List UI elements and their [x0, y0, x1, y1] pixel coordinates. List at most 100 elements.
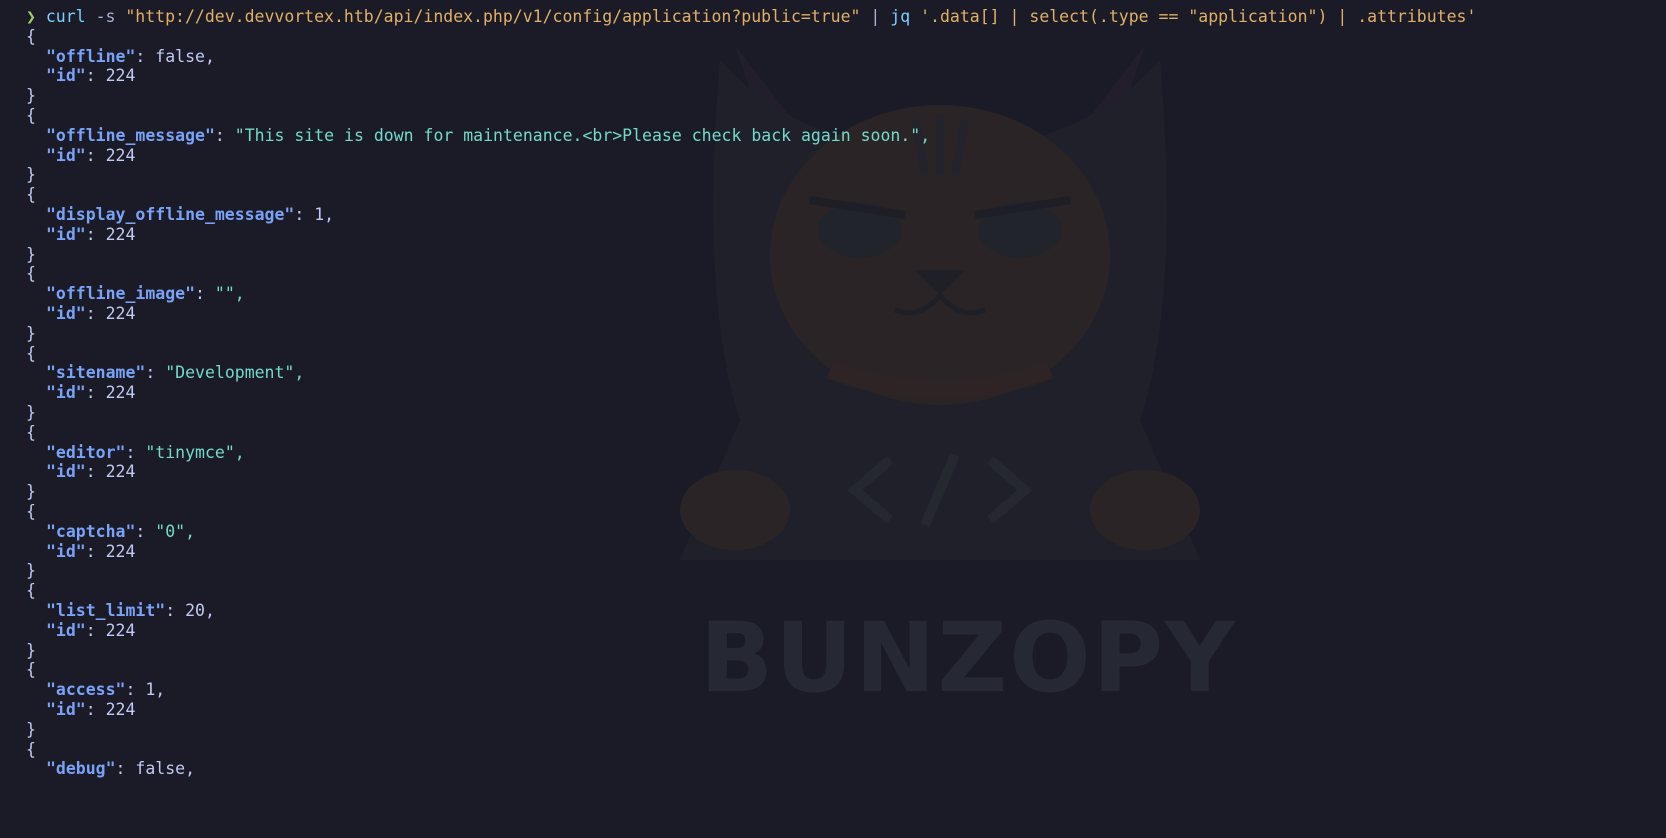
json-value: false, [155, 47, 215, 66]
json-id-line: "id": 224 [26, 620, 135, 641]
json-key: "access" [46, 680, 126, 699]
colon: : [125, 443, 146, 462]
json-id-line: "id": 224 [26, 224, 135, 245]
json-brace-close: } [26, 719, 36, 740]
json-brace-open: { [26, 263, 36, 284]
json-id-line: "id": 224 [26, 541, 135, 562]
brace-open: { [26, 185, 36, 204]
json-brace-close: } [26, 402, 36, 423]
json-brace-close: } [26, 640, 36, 661]
json-brace-open: { [26, 105, 36, 126]
brace-close: } [26, 86, 36, 105]
json-id-line: "id": 224 [26, 699, 135, 720]
json-id-value: 224 [105, 621, 136, 640]
json-id-value: 224 [105, 462, 136, 481]
json-value: "Development", [165, 363, 305, 382]
json-key-line: "offline_image": "", [26, 283, 245, 304]
json-value: "", [214, 284, 245, 303]
colon: : [85, 700, 106, 719]
colon: : [115, 759, 136, 778]
json-value: "This site is down for maintenance.<br>P… [234, 126, 931, 145]
colon: : [85, 621, 106, 640]
json-id-value: 224 [105, 225, 136, 244]
json-key-line: "editor": "tinymce", [26, 442, 245, 463]
json-key: "debug" [46, 759, 116, 778]
brace-close: } [26, 482, 36, 501]
colon: : [125, 680, 146, 699]
command-line: ❯ curl -s "http://dev.devvortex.htb/api/… [26, 6, 1476, 27]
json-key: "editor" [46, 443, 126, 462]
json-id-key: "id" [46, 621, 86, 640]
terminal-output[interactable]: ❯ curl -s "http://dev.devvortex.htb/api/… [0, 0, 1666, 838]
colon: : [135, 47, 156, 66]
brace-close: } [26, 720, 36, 739]
json-id-key: "id" [46, 146, 86, 165]
json-key-line: "sitename": "Development", [26, 362, 304, 383]
json-brace-open: { [26, 739, 36, 760]
brace-open: { [26, 106, 36, 125]
json-brace-open: { [26, 501, 36, 522]
brace-open: { [26, 264, 36, 283]
json-id-key: "id" [46, 542, 86, 561]
json-value: false, [135, 759, 196, 778]
json-id-value: 224 [105, 700, 136, 719]
colon: : [294, 205, 315, 224]
json-id-key: "id" [46, 66, 86, 85]
json-id-line: "id": 224 [26, 382, 135, 403]
brace-close: } [26, 561, 36, 580]
colon: : [85, 542, 106, 561]
json-key: "list_limit" [46, 601, 166, 620]
jq-filter: '.data[] | select(.type == "application"… [920, 7, 1477, 26]
json-key: "sitename" [46, 363, 146, 382]
json-id-key: "id" [46, 383, 86, 402]
brace-open: { [26, 581, 36, 600]
prompt-symbol: ❯ [26, 7, 36, 26]
brace-open: { [26, 27, 36, 46]
colon: : [85, 146, 106, 165]
json-key: "offline" [46, 47, 136, 66]
json-key: "offline_image" [46, 284, 196, 303]
json-brace-close: } [26, 481, 36, 502]
json-value: 20, [185, 601, 215, 620]
command-name: curl [45, 7, 86, 26]
json-value: 1, [145, 680, 166, 699]
json-brace-open: { [26, 184, 36, 205]
json-brace-close: } [26, 560, 36, 581]
json-value: "tinymce", [145, 443, 245, 462]
command-url: "http://dev.devvortex.htb/api/index.php/… [125, 7, 861, 26]
json-value: "0", [155, 522, 196, 541]
json-id-line: "id": 224 [26, 303, 135, 324]
json-id-value: 224 [105, 146, 136, 165]
json-brace-open: { [26, 26, 36, 47]
json-id-line: "id": 224 [26, 145, 135, 166]
json-key-line: "debug": false, [26, 758, 195, 779]
brace-close: } [26, 641, 36, 660]
pipe-symbol: | [870, 7, 881, 26]
json-brace-open: { [26, 580, 36, 601]
json-id-value: 224 [105, 66, 136, 85]
colon: : [135, 522, 156, 541]
jq-command: jq [890, 7, 911, 26]
colon: : [85, 225, 106, 244]
brace-close: } [26, 324, 36, 343]
brace-close: } [26, 245, 36, 264]
brace-close: } [26, 165, 36, 184]
json-key-line: "display_offline_message": 1, [26, 204, 334, 225]
colon: : [165, 601, 186, 620]
json-key-line: "offline": false, [26, 46, 215, 67]
json-id-key: "id" [46, 304, 86, 323]
json-value: 1, [314, 205, 335, 224]
colon: : [85, 66, 106, 85]
json-id-value: 224 [105, 542, 136, 561]
brace-open: { [26, 660, 36, 679]
json-key: "display_offline_message" [46, 205, 295, 224]
json-brace-close: } [26, 164, 36, 185]
json-id-key: "id" [46, 225, 86, 244]
json-brace-open: { [26, 343, 36, 364]
json-id-line: "id": 224 [26, 461, 135, 482]
json-key: "offline_message" [46, 126, 215, 145]
colon: : [85, 383, 106, 402]
